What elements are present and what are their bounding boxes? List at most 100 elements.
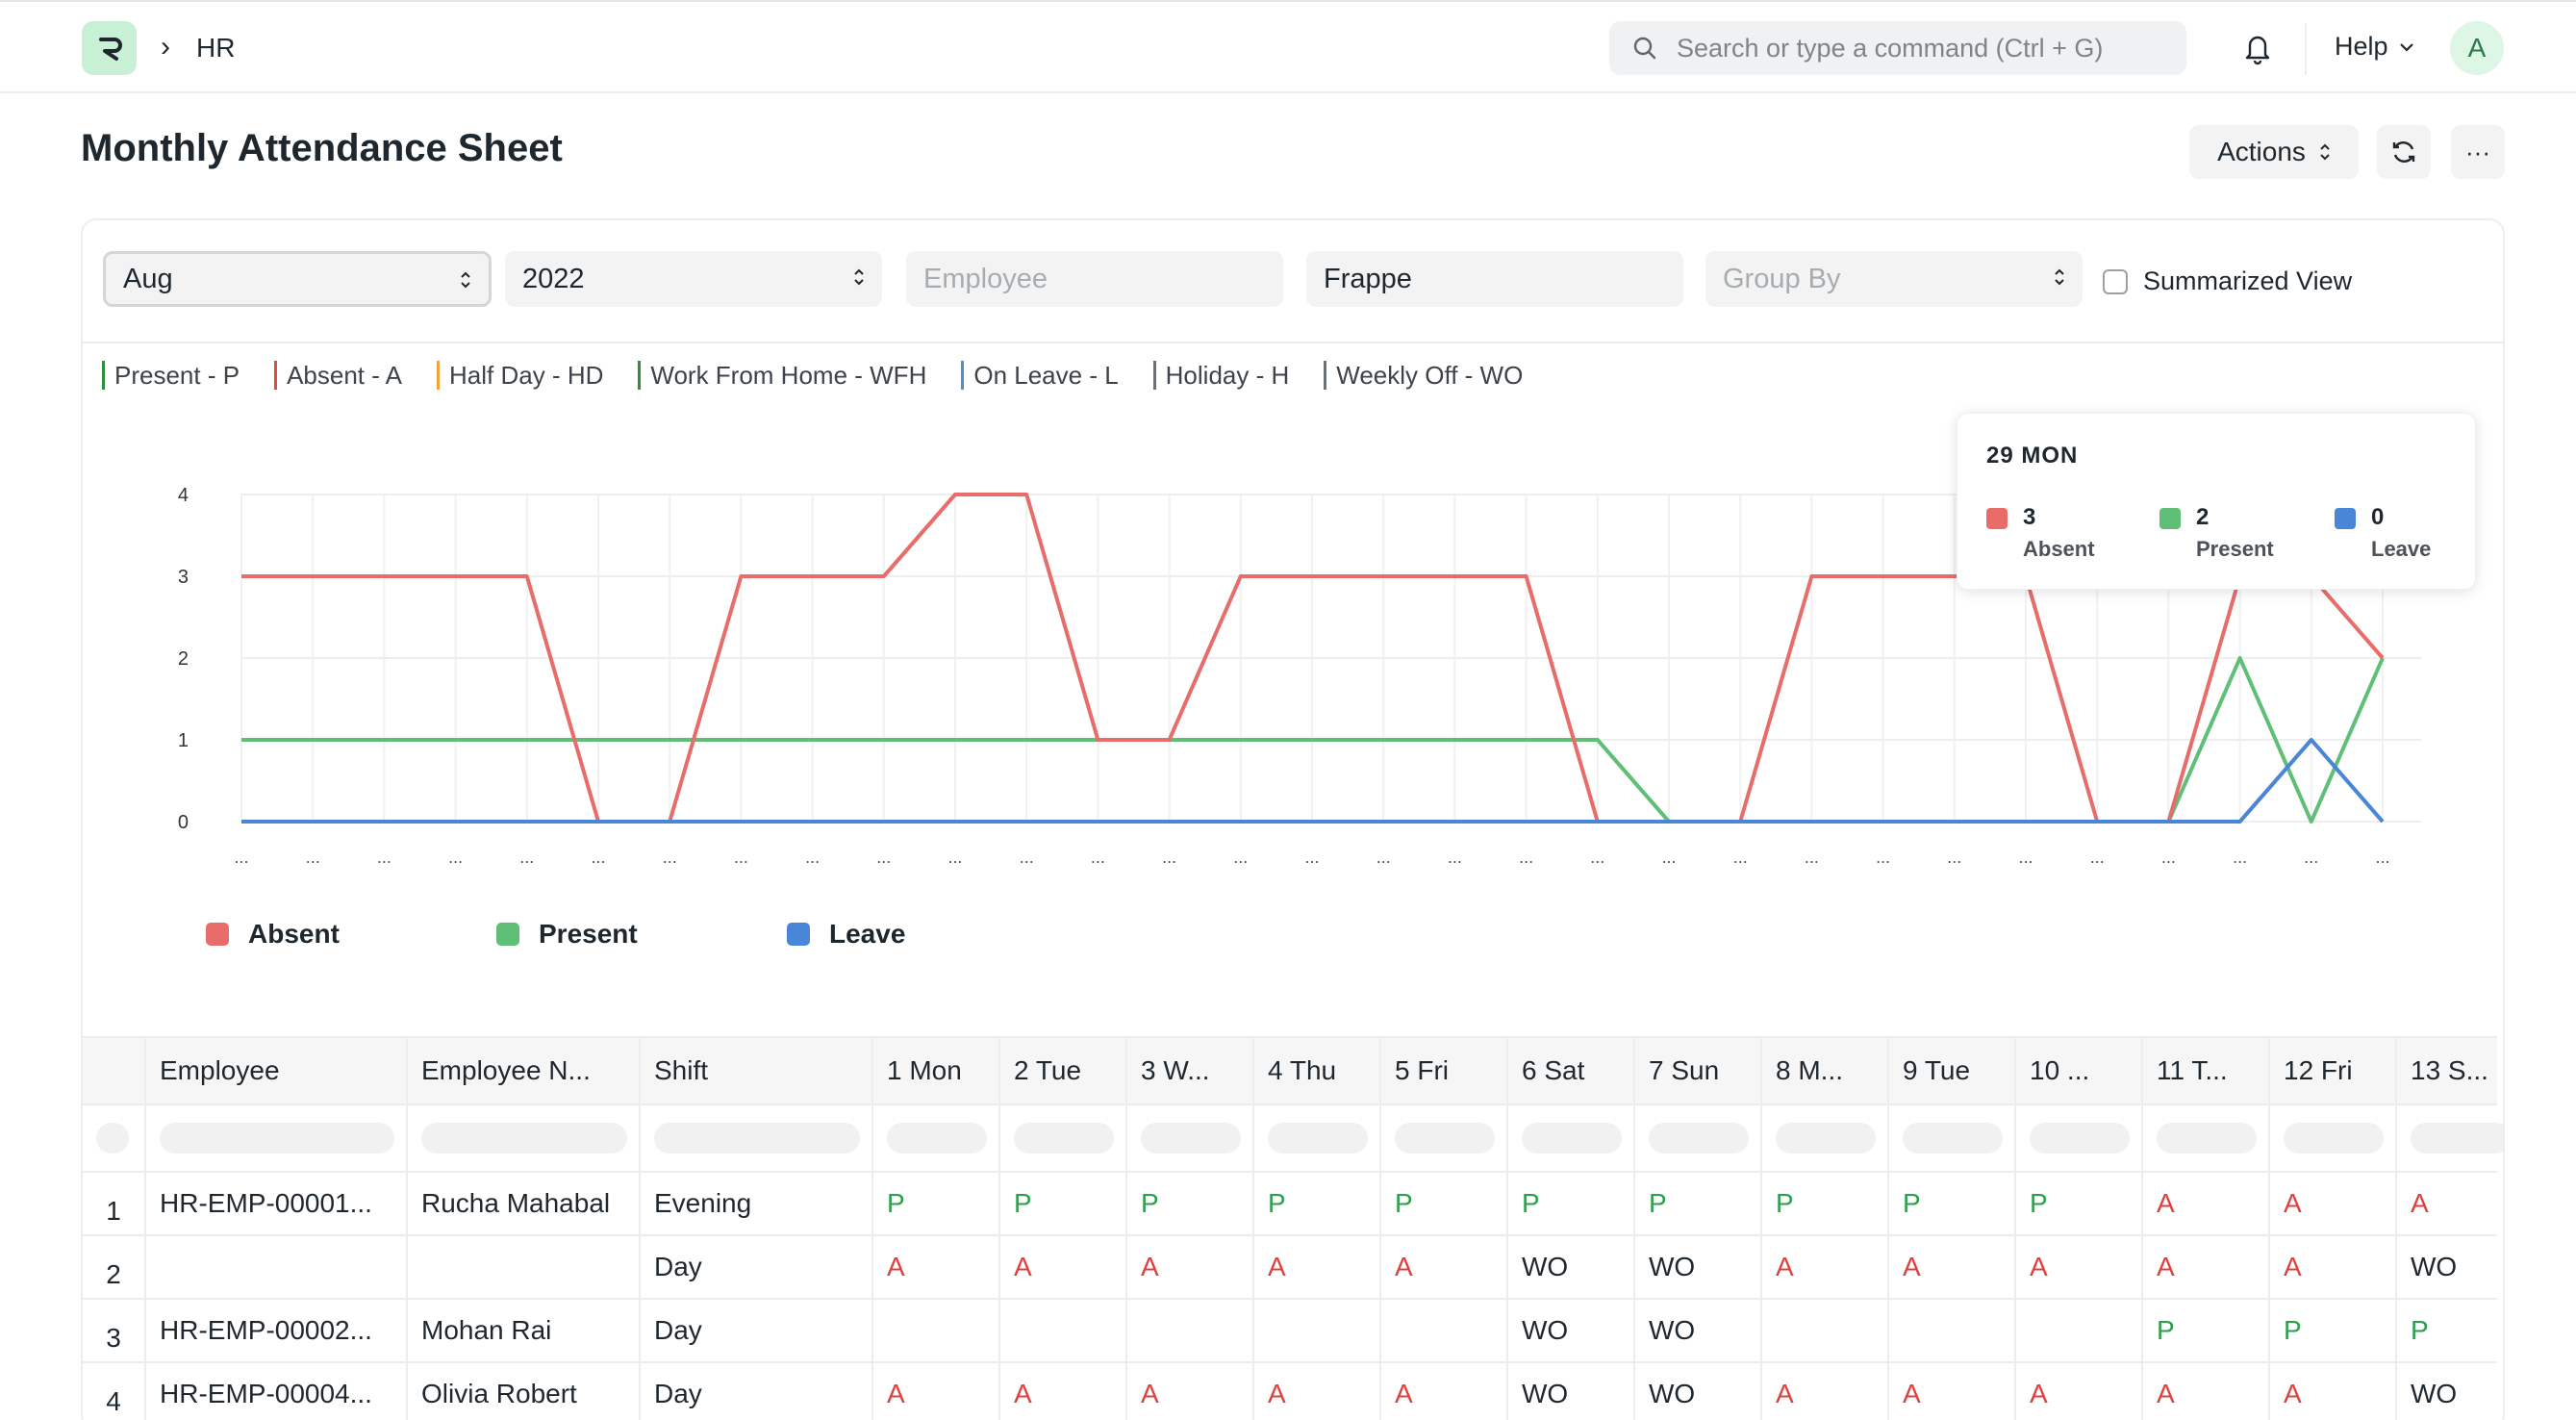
table-cell[interactable] (1762, 1300, 1889, 1361)
column-filter-input[interactable] (1903, 1123, 2003, 1154)
column-filter[interactable] (1635, 1105, 1762, 1171)
column-header[interactable]: 11 T... (2143, 1038, 2270, 1103)
table-cell[interactable]: A (2143, 1173, 2270, 1234)
table-cell[interactable] (408, 1236, 641, 1298)
table-cell[interactable]: P (2143, 1300, 2270, 1361)
column-filter[interactable] (641, 1105, 873, 1171)
column-filter-input[interactable] (1649, 1123, 1749, 1154)
table-cell[interactable]: P (1635, 1173, 1762, 1234)
column-header[interactable]: Employee (146, 1038, 408, 1103)
table-cell[interactable]: P (1508, 1173, 1635, 1234)
table-cell[interactable]: P (1889, 1173, 2016, 1234)
column-filter[interactable] (1000, 1105, 1127, 1171)
table-cell[interactable]: P (1381, 1173, 1508, 1234)
table-cell[interactable]: A (1381, 1236, 1508, 1298)
app-logo[interactable] (82, 21, 137, 75)
table-cell[interactable]: Olivia Robert (408, 1363, 641, 1420)
column-filter[interactable] (873, 1105, 1000, 1171)
table-cell[interactable]: HR-EMP-00004... (146, 1363, 408, 1420)
column-filter[interactable] (1889, 1105, 2016, 1171)
more-options-button[interactable]: ··· (2451, 125, 2505, 179)
help-dropdown[interactable]: Help (2335, 32, 2415, 62)
column-header[interactable]: 3 W... (1127, 1038, 1254, 1103)
column-header[interactable]: 4 Thu (1254, 1038, 1381, 1103)
summarized-view-toggle[interactable]: Summarized View (2103, 266, 2352, 296)
table-cell[interactable]: WO (1508, 1300, 1635, 1361)
chart-legend-leave[interactable]: Leave (787, 919, 1077, 950)
chart-legend-absent[interactable]: Absent (206, 919, 496, 950)
table-cell[interactable]: Mohan Rai (408, 1300, 641, 1361)
employee-field[interactable]: Employee (906, 251, 1283, 307)
table-cell[interactable] (873, 1300, 1000, 1361)
column-filter[interactable] (1254, 1105, 1381, 1171)
column-filter-input[interactable] (96, 1123, 129, 1154)
table-cell[interactable]: WO (1635, 1300, 1762, 1361)
column-filter[interactable] (1381, 1105, 1508, 1171)
table-cell[interactable]: A (2143, 1236, 2270, 1298)
table-cell[interactable]: WO (1635, 1363, 1762, 1420)
column-filter-input[interactable] (2284, 1123, 2384, 1154)
column-filter-input[interactable] (1014, 1123, 1114, 1154)
column-filter[interactable] (2270, 1105, 2397, 1171)
table-cell[interactable]: Evening (641, 1173, 873, 1234)
table-cell[interactable]: A (873, 1236, 1000, 1298)
column-filter-input[interactable] (160, 1123, 394, 1154)
column-header[interactable]: 9 Tue (1889, 1038, 2016, 1103)
column-filter[interactable] (408, 1105, 641, 1171)
column-filter-input[interactable] (2030, 1123, 2130, 1154)
column-filter-input[interactable] (1522, 1123, 1622, 1154)
table-cell[interactable]: P (1000, 1173, 1127, 1234)
column-filter-input[interactable] (654, 1123, 860, 1154)
table-cell[interactable]: WO (1508, 1236, 1635, 1298)
table-cell[interactable]: Day (641, 1363, 873, 1420)
table-cell[interactable]: A (1889, 1363, 2016, 1420)
table-cell[interactable]: A (1762, 1363, 1889, 1420)
table-cell[interactable]: P (2270, 1300, 2397, 1361)
table-cell[interactable] (1127, 1300, 1254, 1361)
table-cell[interactable]: P (2397, 1300, 2503, 1361)
table-cell[interactable]: A (1889, 1236, 2016, 1298)
table-cell[interactable]: A (2143, 1363, 2270, 1420)
column-filter-input[interactable] (1141, 1123, 1241, 1154)
column-header[interactable]: 12 Fri (2270, 1038, 2397, 1103)
table-cell[interactable]: HR-EMP-00002... (146, 1300, 408, 1361)
column-filter[interactable] (83, 1105, 146, 1171)
table-cell[interactable]: A (2270, 1173, 2397, 1234)
column-header[interactable]: 1 Mon (873, 1038, 1000, 1103)
column-filter[interactable] (2143, 1105, 2270, 1171)
table-cell[interactable]: A (2270, 1363, 2397, 1420)
table-cell[interactable] (1381, 1300, 1508, 1361)
table-cell[interactable]: A (2016, 1363, 2143, 1420)
table-cell[interactable]: Day (641, 1236, 873, 1298)
column-filter[interactable] (2016, 1105, 2143, 1171)
column-filter[interactable] (1762, 1105, 1889, 1171)
table-cell[interactable] (2016, 1300, 2143, 1361)
table-cell[interactable]: HR-EMP-00001... (146, 1173, 408, 1234)
table-cell[interactable]: A (2016, 1236, 2143, 1298)
column-filter-input[interactable] (2411, 1123, 2503, 1154)
avatar[interactable]: A (2450, 21, 2504, 75)
column-header[interactable]: 10 ... (2016, 1038, 2143, 1103)
table-cell[interactable] (146, 1236, 408, 1298)
table-cell[interactable]: A (2397, 1173, 2503, 1234)
chart-legend-present[interactable]: Present (496, 919, 787, 950)
column-filter[interactable] (1508, 1105, 1635, 1171)
column-filter[interactable] (2397, 1105, 2503, 1171)
breadcrumb[interactable]: HR (196, 33, 235, 63)
refresh-button[interactable] (2377, 125, 2431, 179)
table-cell[interactable]: A (1381, 1363, 1508, 1420)
column-filter-input[interactable] (2157, 1123, 2257, 1154)
column-filter-input[interactable] (421, 1123, 627, 1154)
table-cell[interactable]: P (1254, 1173, 1381, 1234)
table-cell[interactable]: A (1254, 1363, 1381, 1420)
column-header[interactable]: 6 Sat (1508, 1038, 1635, 1103)
company-field[interactable]: Frappe (1306, 251, 1683, 307)
table-cell[interactable]: WO (1508, 1363, 1635, 1420)
table-cell[interactable]: A (1000, 1236, 1127, 1298)
year-select[interactable]: 2022 (505, 251, 882, 307)
table-cell[interactable]: Day (641, 1300, 873, 1361)
table-cell[interactable]: WO (2397, 1236, 2503, 1298)
table-cell[interactable]: P (873, 1173, 1000, 1234)
actions-button[interactable]: Actions (2189, 125, 2359, 179)
column-filter-input[interactable] (1776, 1123, 1876, 1154)
